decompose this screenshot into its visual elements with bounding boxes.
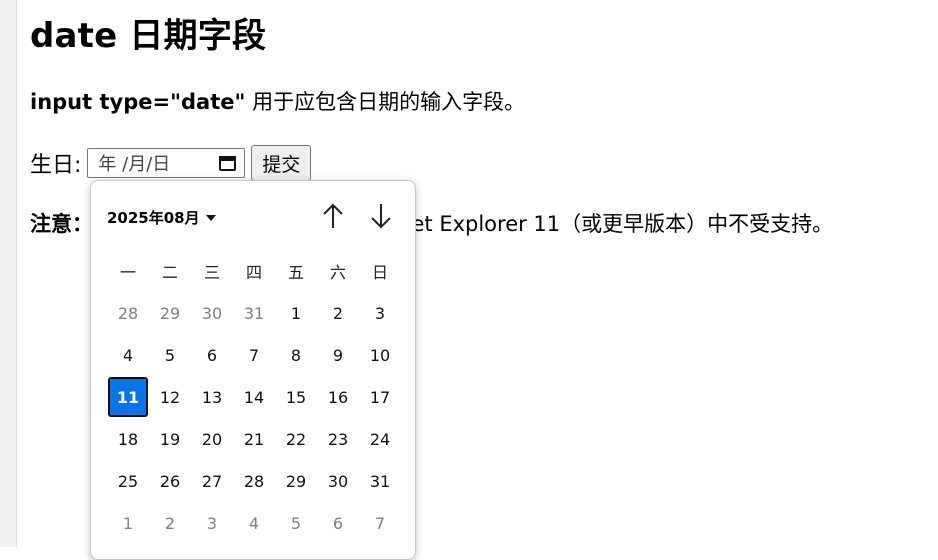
- weekday-label: 三: [203, 263, 220, 282]
- weekday-header: 一二三四五六日: [107, 259, 401, 283]
- day-cell[interactable]: 17: [359, 376, 401, 418]
- weekday-label: 二: [161, 263, 178, 282]
- caret-down-icon: [205, 214, 216, 221]
- intro-text: 用于应包含日期的输入字段。: [245, 90, 526, 114]
- day-cell[interactable]: 8: [275, 334, 317, 376]
- day-cell[interactable]: 16: [317, 376, 359, 418]
- weekday-label: 五: [287, 263, 304, 282]
- month-year-label: 2025年08月: [107, 209, 200, 227]
- weekday-label: 四: [245, 263, 262, 282]
- submit-button[interactable]: 提交: [251, 145, 312, 181]
- day-cell[interactable]: 1: [275, 292, 317, 334]
- day-cell[interactable]: 13: [191, 376, 233, 418]
- day-cell[interactable]: 7: [233, 334, 275, 376]
- day-cell[interactable]: 18: [107, 418, 149, 460]
- day-cell[interactable]: 4: [233, 502, 275, 544]
- day-cell[interactable]: 5: [149, 334, 191, 376]
- previous-month-button[interactable]: [319, 201, 347, 231]
- day-cell[interactable]: 25: [107, 460, 149, 502]
- day-cell[interactable]: 6: [191, 334, 233, 376]
- next-month-button[interactable]: [367, 201, 395, 231]
- day-cell-selected[interactable]: 11: [108, 377, 148, 417]
- day-cell[interactable]: 5: [275, 502, 317, 544]
- day-cell[interactable]: 21: [233, 418, 275, 460]
- day-cell[interactable]: 6: [317, 502, 359, 544]
- day-cell[interactable]: 29: [149, 292, 191, 334]
- day-cell[interactable]: 3: [359, 292, 401, 334]
- day-cell[interactable]: 30: [191, 292, 233, 334]
- note-label: 注意：: [30, 212, 93, 236]
- intro-code: input type="date": [30, 90, 246, 114]
- day-cell[interactable]: 26: [149, 460, 191, 502]
- date-placeholder: 年 /月/日: [98, 154, 171, 175]
- left-gutter: [0, 0, 17, 547]
- page-title: date 日期字段: [30, 16, 267, 56]
- note-text: ernet Explorer 11（或更早版本）中不受支持。: [377, 212, 834, 236]
- day-cell[interactable]: 12: [149, 376, 191, 418]
- birthday-label: 生日:: [30, 153, 82, 178]
- day-cell[interactable]: 27: [191, 460, 233, 502]
- day-cell[interactable]: 31: [359, 460, 401, 502]
- day-cell[interactable]: 30: [317, 460, 359, 502]
- month-year-select[interactable]: 2025年08月: [107, 207, 216, 228]
- day-cell[interactable]: 9: [317, 334, 359, 376]
- day-cell[interactable]: 28: [233, 460, 275, 502]
- day-cell[interactable]: 28: [107, 292, 149, 334]
- calendar-icon[interactable]: [218, 153, 238, 173]
- day-cell[interactable]: 29: [275, 460, 317, 502]
- day-cell[interactable]: 23: [317, 418, 359, 460]
- day-cell[interactable]: 1: [107, 502, 149, 544]
- arrow-up-icon: [323, 203, 343, 228]
- intro-paragraph: input type="date" 用于应包含日期的输入字段。: [30, 86, 525, 116]
- day-cell[interactable]: 20: [191, 418, 233, 460]
- day-cell[interactable]: 22: [275, 418, 317, 460]
- day-cell[interactable]: 4: [107, 334, 149, 376]
- day-cell[interactable]: 2: [149, 502, 191, 544]
- day-cell[interactable]: 10: [359, 334, 401, 376]
- day-cell[interactable]: 7: [359, 502, 401, 544]
- weekday-label: 一: [119, 263, 136, 282]
- arrow-down-icon: [371, 204, 391, 229]
- weekday-label: 六: [329, 263, 346, 282]
- weekday-label: 日: [371, 263, 388, 282]
- day-cell[interactable]: 14: [233, 376, 275, 418]
- day-cell[interactable]: 15: [275, 376, 317, 418]
- day-grid: 28 29 30 31 1 2 3 4 5 6 7 8 9 10 11 12 13 14 15 16 17 18 19 20 2…: [107, 292, 401, 544]
- day-cell[interactable]: 24: [359, 418, 401, 460]
- date-picker-popup: 2025年08月 一二三四五六日 28 29 30 31 1 2 3 4 5 6 7 8 9 10 11 12…: [90, 180, 416, 560]
- day-cell[interactable]: 19: [149, 418, 191, 460]
- birthday-date-input[interactable]: 年 /月/日: [87, 148, 246, 178]
- day-cell[interactable]: 2: [317, 292, 359, 334]
- birthday-form: 生日: 年 /月/日 提交: [30, 145, 312, 181]
- day-cell[interactable]: 31: [233, 292, 275, 334]
- day-cell[interactable]: 3: [191, 502, 233, 544]
